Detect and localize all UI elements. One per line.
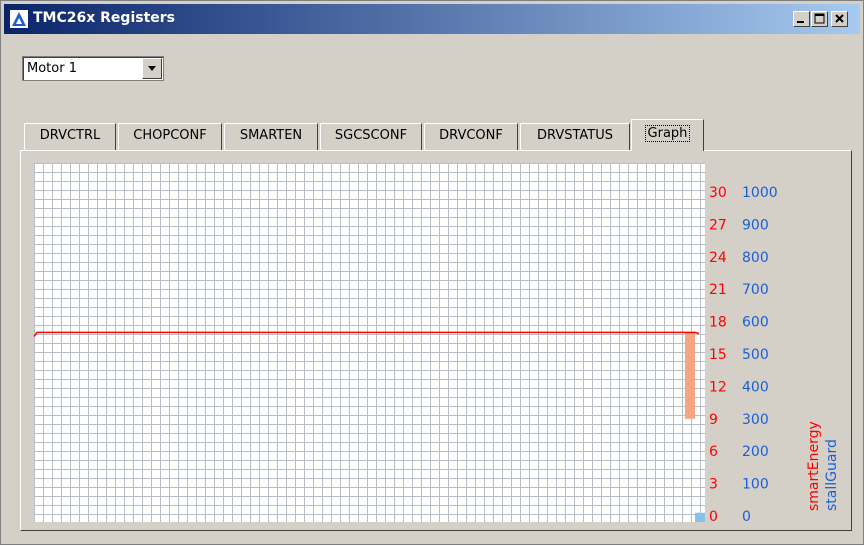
stallguard-tick-label: 900: [742, 217, 769, 233]
stallguard-tick-label: 300: [742, 412, 769, 428]
smartenergy-tick-label: 21: [709, 282, 727, 298]
tab-graph-label: Graph: [644, 125, 691, 142]
smartenergy-tick-label: 30: [709, 185, 727, 201]
stallguard-tick-label: 700: [742, 282, 769, 298]
smartenergy-tick-label: 3: [709, 477, 718, 493]
smartenergy-tick-label: 6: [709, 444, 718, 460]
smartenergy-tick-label: 12: [709, 379, 727, 395]
smartenergy-tick-label: 0: [709, 509, 718, 525]
stallguard-bar: [695, 512, 705, 522]
stallguard-tick-label: 500: [742, 347, 769, 363]
smartenergy-tick-label: 27: [709, 217, 727, 233]
stallguard-axis-label: stallGuard: [824, 439, 840, 511]
smartenergy-axis-label: smartEnergy: [806, 421, 822, 511]
stallguard-tick-label: 100: [742, 477, 769, 493]
stallguard-tick-label: 200: [742, 444, 769, 460]
stallguard-tick-label: 400: [742, 379, 769, 395]
smartenergy-tick-label: 15: [709, 347, 727, 363]
stallguard-tick-label: 0: [742, 509, 751, 525]
smartenergy-bar: [685, 332, 695, 419]
smartenergy-tick-label: 18: [709, 315, 727, 331]
stallguard-tick-label: 600: [742, 315, 769, 331]
stallguard-tick-label: 800: [742, 250, 769, 266]
energy-graph: 0369121518212427300100200300400500600700…: [33, 163, 840, 525]
app-window: TMC26x Registers Motor 1 DRVCTRL CHOPCON…: [0, 0, 864, 545]
smartenergy-tick-label: 9: [709, 412, 718, 428]
stallguard-tick-label: 1000: [742, 185, 778, 201]
smartenergy-tick-label: 24: [709, 250, 727, 266]
tab-graph[interactable]: Graph: [631, 119, 704, 151]
